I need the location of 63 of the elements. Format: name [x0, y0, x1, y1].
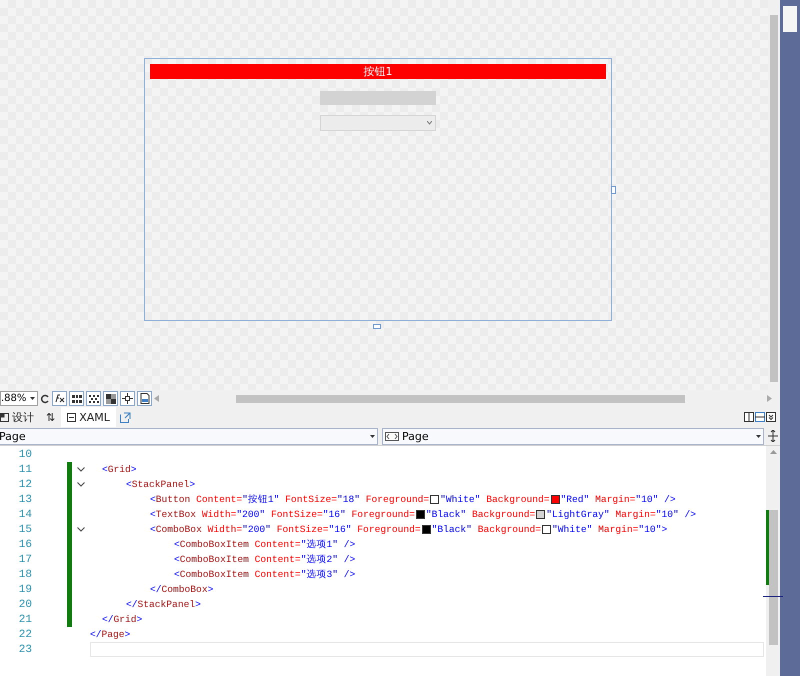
code-text: </Grid>: [102, 614, 142, 625]
line-number: 21: [18, 614, 32, 626]
code-text: <TextBox Width="200" FontSize="16" Foreground=: [150, 509, 415, 520]
popout-icon[interactable]: [120, 412, 131, 422]
code-text: <StackPanel>: [126, 479, 196, 490]
line-number: 22: [18, 628, 32, 640]
line-number: 16: [18, 538, 32, 550]
line-number: 18: [18, 568, 32, 580]
fold-icon[interactable]: [77, 482, 85, 487]
preview-button[interactable]: 按钮1: [150, 64, 606, 79]
line-number: 10: [18, 448, 32, 460]
code-text: </ComboBox>: [150, 584, 214, 595]
code-view-icon: [67, 412, 76, 422]
collapse-icon[interactable]: [766, 412, 776, 422]
caret-icon: [370, 434, 375, 438]
line-number: 13: [18, 494, 32, 506]
line-number: 17: [18, 554, 32, 566]
line-number: 20: [18, 598, 32, 610]
element-selector[interactable]: Page: [382, 428, 764, 444]
line-number: 19: [18, 584, 32, 596]
view-tab[interactable]: 设计: [0, 407, 40, 427]
line-number: 15: [18, 524, 32, 536]
formula-icon[interactable]: [52, 391, 68, 406]
code-text: "White" Background=: [440, 494, 550, 505]
code-text: "Red" Margin="10" />: [560, 494, 676, 505]
element-icon: [385, 432, 399, 440]
refresh-icon[interactable]: [40, 394, 50, 404]
split-icon[interactable]: [768, 430, 778, 442]
line-number: 11: [18, 464, 32, 476]
code-text: <ComboBoxItem Content="选项1" />: [174, 538, 356, 551]
split-horizontal-icon[interactable]: [755, 412, 765, 422]
line-number: 14: [18, 508, 32, 520]
code-text: "LightGray" Margin="10" />: [546, 509, 696, 520]
line-number: 23: [18, 644, 32, 656]
checker-icon[interactable]: [103, 391, 118, 406]
caret-icon: [30, 396, 36, 400]
view-tab[interactable]: ⇅: [40, 407, 62, 427]
grid-icon[interactable]: [69, 391, 84, 406]
code-text: <ComboBox Width="200" FontSize="16" Foreground=: [150, 524, 421, 535]
caret-icon: [756, 434, 761, 438]
snap-lines-icon[interactable]: [120, 391, 136, 406]
code-text: "Black" Background=: [426, 509, 536, 520]
split-vertical-icon[interactable]: [744, 412, 754, 422]
resize-handle[interactable]: [611, 186, 616, 194]
code-text: </Page>: [90, 629, 130, 640]
snap-grid-icon[interactable]: [86, 391, 102, 406]
code-text: "Black" Background=: [432, 524, 542, 535]
vertical-scrollbar[interactable]: [768, 0, 780, 390]
design-view-icon: [0, 412, 9, 422]
line-number: 12: [18, 478, 32, 490]
fold-icon[interactable]: [77, 527, 85, 532]
resize-handle[interactable]: [373, 324, 381, 329]
code-text: </StackPanel>: [126, 599, 201, 610]
code-text: <ComboBoxItem Content="选项2" />: [174, 553, 356, 566]
code-text: <Grid>: [102, 464, 137, 475]
code-text: <ComboBoxItem Content="选项3" />: [174, 568, 356, 581]
document-icon[interactable]: [137, 391, 152, 406]
zoom-dropdown[interactable]: .88%: [0, 391, 38, 406]
fold-icon[interactable]: [77, 467, 85, 472]
code-text: "White" Margin="10">: [552, 524, 668, 535]
element-selector[interactable]: Page: [0, 428, 378, 444]
code-text: <Button Content="按钮1" FontSize="18" Foreground=: [150, 493, 430, 506]
view-tab[interactable]: XAML: [61, 407, 116, 427]
